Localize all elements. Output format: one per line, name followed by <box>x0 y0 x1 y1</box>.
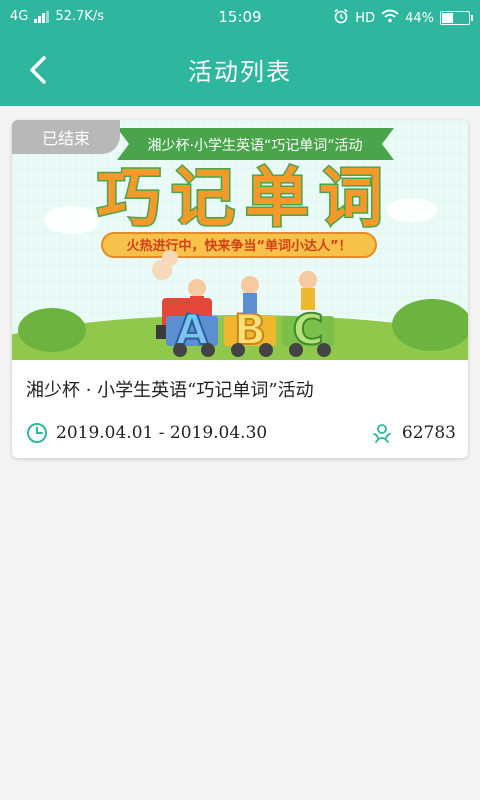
page-title: 活动列表 <box>188 58 292 86</box>
banner-slogan: 火热进行中，快来争当“单词小达人”！ <box>126 238 351 254</box>
participants-icon <box>373 424 391 443</box>
participant-number: 62783 <box>401 423 456 443</box>
activity-title: 湘少杯 · 小学生英语“巧记单词”活动 <box>26 380 314 401</box>
battery-fill <box>442 13 454 23</box>
battery-icon <box>440 11 473 25</box>
clock-icon <box>27 423 47 443</box>
wifi-icon <box>381 9 399 27</box>
status-bar: 4G 52.7K/s 15:09 HD 44% <box>0 0 480 34</box>
hd-indicator: HD <box>355 10 376 26</box>
activity-card[interactable]: 湘少杯·小学生英语“巧记单词”活动 巧记单词 火热进行中，快来争当“单词小达人”… <box>12 120 468 458</box>
alarm-icon <box>333 8 349 28</box>
activity-meta: 2019.04.01 - 2019.04.30 62783 <box>26 420 456 446</box>
date-range: 2019.04.01 - 2019.04.30 <box>56 423 268 443</box>
participant-count: 62783 <box>370 422 456 444</box>
banner-ribbon-text: 湘少杯·小学生英语“巧记单词”活动 <box>148 137 363 154</box>
activity-date: 2019.04.01 - 2019.04.30 <box>26 422 267 444</box>
battery-percent: 44% <box>405 10 434 26</box>
app-bar: 活动列表 <box>0 34 480 106</box>
status-right: HD 44% <box>333 8 473 28</box>
status-badge: 已结束 <box>12 120 120 154</box>
banner-headline: 巧记单词 <box>97 162 393 236</box>
activity-banner-image: 湘少杯·小学生英语“巧记单词”活动 巧记单词 火热进行中，快来争当“单词小达人”… <box>12 120 468 360</box>
